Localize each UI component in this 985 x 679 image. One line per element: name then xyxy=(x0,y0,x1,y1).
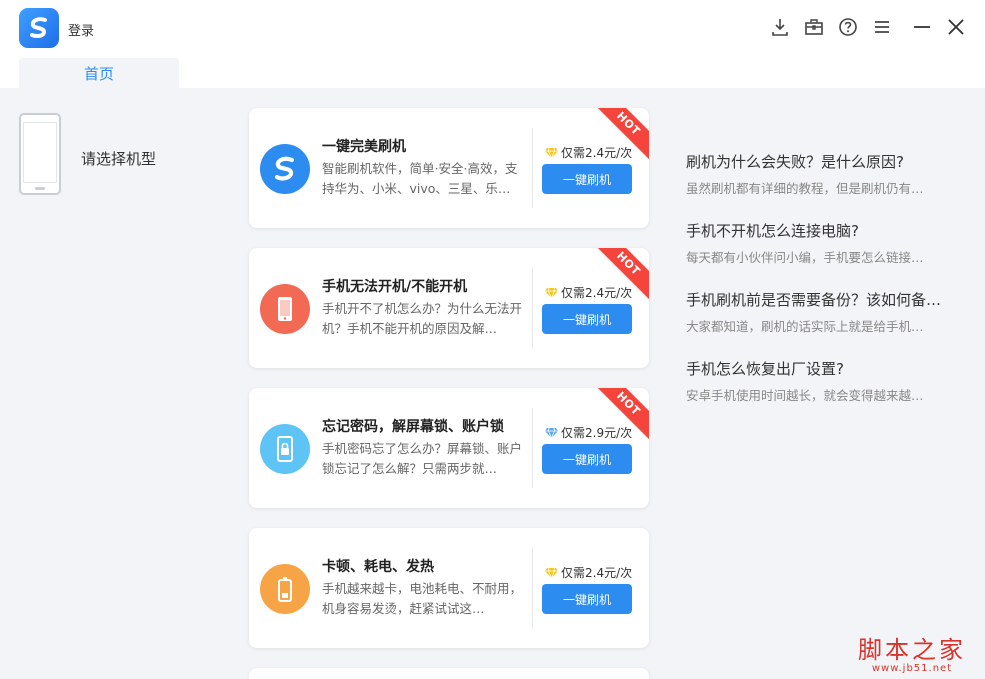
article-snippet[interactable]: 安卓手机使用时间越长，就会变得越来越… xyxy=(686,385,956,404)
service-card-cannot-boot[interactable]: 手机无法开机/不能开机 手机开不了机怎么办？为什么无法开机？手机不能开机的原因及… xyxy=(249,248,649,368)
service-card-unlock[interactable]: 忘记密码，解屏幕锁、账户锁 手机密码忘了怎么办？屏幕锁、账户锁忘记了怎么解？只需… xyxy=(249,388,649,508)
login-link[interactable]: 登录 xyxy=(68,20,94,39)
toolbox-icon[interactable] xyxy=(803,16,825,38)
price-text: 仅需2.4元/次 xyxy=(561,146,633,160)
app-logo xyxy=(19,8,59,48)
card-title: 忘记密码，解屏幕锁、账户锁 xyxy=(322,419,504,435)
service-card-lag-battery[interactable]: 卡顿、耗电、发热 手机越来越卡，电池耗电、不耐用，机身容易发烫，赶紧试试这… 仅… xyxy=(249,528,649,648)
card-description: 智能刷机软件，简单·安全·高效，支持华为、小米、vivo、三星、乐… xyxy=(322,161,518,196)
price-info: 仅需2.9元/次 xyxy=(545,424,632,441)
article-title[interactable]: 刷机为什么会失败？是什么原因? xyxy=(686,151,956,172)
tab-home[interactable]: 首页 xyxy=(19,58,179,88)
price-text: 仅需2.9元/次 xyxy=(561,426,633,440)
card-divider xyxy=(532,548,533,628)
card-title: 一键完美刷机 xyxy=(322,139,406,155)
download-icon[interactable] xyxy=(769,16,791,38)
card-divider xyxy=(532,408,533,488)
one-click-flash-button[interactable]: 一键刷机 xyxy=(542,164,632,194)
title-bar: 登录 首页 xyxy=(0,0,985,88)
site-watermark: 脚本之家 www.jb51.net xyxy=(858,630,966,674)
minimize-icon[interactable] xyxy=(911,16,933,38)
price-info: 仅需2.4元/次 xyxy=(545,144,632,161)
diamond-icon xyxy=(545,287,558,298)
article-title[interactable]: 手机不开机怎么连接电脑? xyxy=(686,220,956,241)
one-click-flash-button[interactable]: 一键刷机 xyxy=(542,584,632,614)
card-description: 手机开不了机怎么办？为什么无法开机？手机不能开机的原因及解… xyxy=(322,301,523,336)
one-click-flash-button[interactable]: 一键刷机 xyxy=(542,444,632,474)
card-description: 手机密码忘了怎么办？屏幕锁、账户锁忘记了怎么解？只需两步就… xyxy=(322,441,523,476)
article-title[interactable]: 手机刷机前是否需要备份？该如何备… xyxy=(686,289,956,310)
article-title[interactable]: 手机怎么恢复出厂设置? xyxy=(686,358,956,379)
window-controls xyxy=(769,16,967,38)
watermark-title: 脚本之家 xyxy=(858,636,966,664)
lock-phone-icon xyxy=(260,424,310,474)
diamond-icon xyxy=(545,427,558,438)
card-title: 手机无法开机/不能开机 xyxy=(322,279,468,295)
close-icon[interactable] xyxy=(945,16,967,38)
phone-model-icon[interactable] xyxy=(19,113,61,195)
help-icon[interactable] xyxy=(837,16,859,38)
diamond-icon xyxy=(545,147,558,158)
phone-icon xyxy=(260,284,310,334)
price-info: 仅需2.4元/次 xyxy=(545,564,632,581)
flash-logo-icon xyxy=(260,144,310,194)
article-snippet[interactable]: 每天都有小伙伴问小编，手机要怎么链接… xyxy=(686,247,956,266)
article-snippet[interactable]: 虽然刷机都有详细的教程，但是刷机仍有… xyxy=(686,178,956,197)
article-item[interactable]: 刷机为什么会失败？是什么原因? 虽然刷机都有详细的教程，但是刷机仍有… xyxy=(686,151,956,197)
card-divider xyxy=(532,268,533,348)
card-description: 手机越来越卡，电池耗电、不耐用，机身容易发烫，赶紧试试这… xyxy=(322,581,523,616)
menu-icon[interactable] xyxy=(871,16,893,38)
article-item[interactable]: 手机怎么恢复出厂设置? 安卓手机使用时间越长，就会变得越来越… xyxy=(686,358,956,404)
battery-icon xyxy=(260,564,310,614)
service-card-partial xyxy=(249,668,649,679)
diamond-icon xyxy=(545,567,558,578)
card-divider xyxy=(532,128,533,208)
price-text: 仅需2.4元/次 xyxy=(561,286,633,300)
article-snippet[interactable]: 大家都知道，刷机的话实际上就是给手机… xyxy=(686,316,956,335)
price-text: 仅需2.4元/次 xyxy=(561,566,633,580)
card-title: 卡顿、耗电、发热 xyxy=(322,559,434,575)
one-click-flash-button[interactable]: 一键刷机 xyxy=(542,304,632,334)
watermark-url: www.jb51.net xyxy=(871,663,953,674)
article-item[interactable]: 手机刷机前是否需要备份？该如何备… 大家都知道，刷机的话实际上就是给手机… xyxy=(686,289,956,335)
s-logo-icon xyxy=(30,17,47,38)
article-item[interactable]: 手机不开机怎么连接电脑? 每天都有小伙伴问小编，手机要怎么链接… xyxy=(686,220,956,266)
price-info: 仅需2.4元/次 xyxy=(545,284,632,301)
service-card-perfect-flash[interactable]: 一键完美刷机 智能刷机软件，简单·安全·高效，支持华为、小米、vivo、三星、乐… xyxy=(249,108,649,228)
select-model-label[interactable]: 请选择机型 xyxy=(81,148,156,169)
